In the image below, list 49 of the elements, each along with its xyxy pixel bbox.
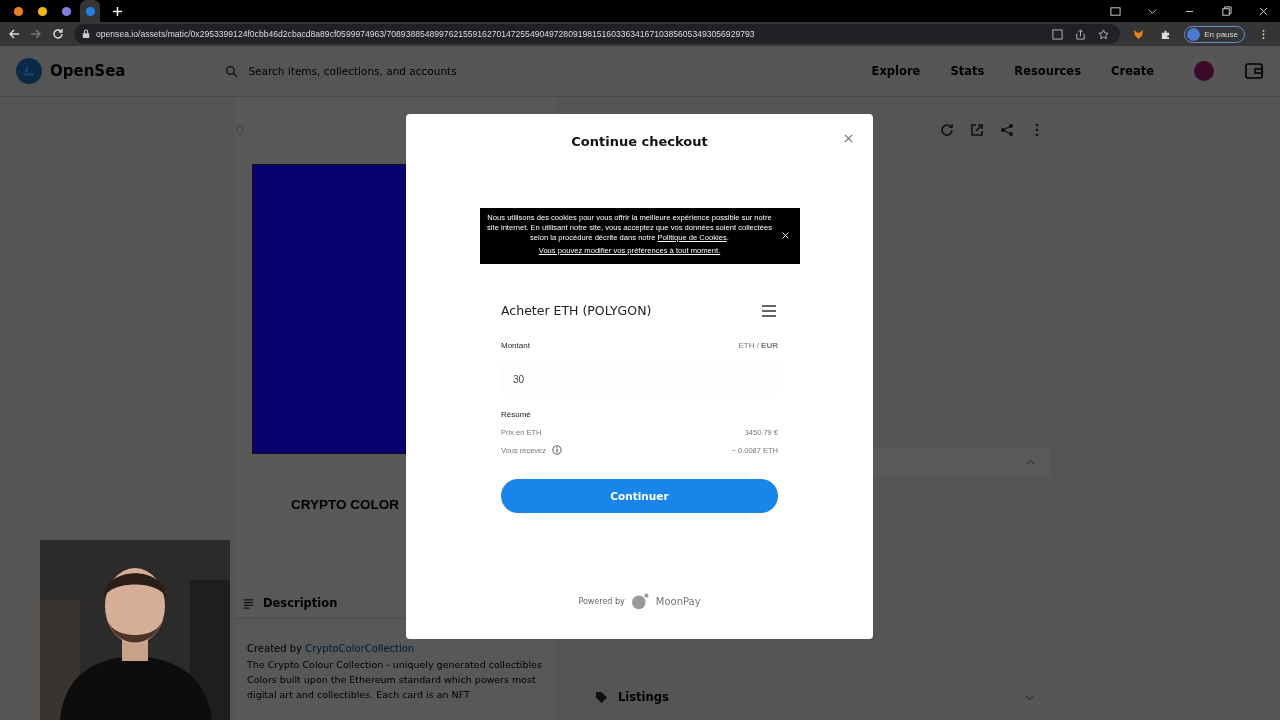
item-title: CRYPTO COLOR	[291, 497, 400, 512]
avatar-icon	[1187, 27, 1201, 41]
translate-icon[interactable]	[1052, 28, 1064, 40]
puzzle-icon[interactable]	[1160, 28, 1172, 40]
external-link-icon[interactable]	[970, 123, 984, 137]
nav-link[interactable]: Create	[1111, 64, 1154, 78]
favicon-icon	[84, 5, 96, 17]
favicon-icon	[36, 5, 48, 17]
creator-line: Created by CryptoColorCollection	[247, 643, 416, 654]
restore-icon[interactable]	[1221, 5, 1232, 17]
nav-link[interactable]: Explore	[871, 64, 921, 78]
powered-by-text: Powered by	[578, 597, 625, 606]
forward-icon[interactable]	[30, 28, 42, 40]
fox-extension-icon[interactable]	[1133, 28, 1145, 40]
address-bar[interactable]: opensea.io/assets/matic/0x2953399124f0cbb46d2cbacd8a89cf0599974963/70893885489976215591627014725549049728091981516033634167103856053493056929793	[74, 24, 1121, 44]
star-icon[interactable]	[1098, 28, 1110, 40]
amount-label: Montant	[501, 341, 530, 350]
favicon-icon	[60, 5, 72, 17]
tab-search-icon[interactable]	[1110, 5, 1121, 17]
lock-icon	[82, 29, 90, 39]
brand-name[interactable]: OpenSea	[50, 62, 126, 80]
search-icon	[225, 64, 239, 78]
nav-link[interactable]: Stats	[950, 64, 985, 78]
nav-link[interactable]: Resources	[1014, 64, 1082, 78]
info-icon[interactable]	[552, 445, 563, 455]
provider-name: MoonPay	[655, 596, 701, 607]
browser-tab[interactable]	[80, 0, 100, 22]
menu-icon[interactable]	[762, 304, 776, 317]
refresh-icon[interactable]	[940, 123, 954, 137]
moon-logo-icon	[630, 593, 650, 610]
creator-link[interactable]: CryptoColorCollection	[305, 643, 415, 654]
search-field[interactable]: Search items, collections, and accounts	[246, 64, 786, 78]
widget-title: Acheter ETH (POLYGON)	[501, 303, 652, 318]
favicon-icon	[12, 5, 24, 17]
share-icon[interactable]	[1000, 123, 1014, 137]
continue-button[interactable]: Continuer	[501, 479, 778, 513]
currency-toggle[interactable]: ETH / EUR	[738, 341, 778, 350]
summary-title: Résumé	[501, 410, 532, 419]
dialog-title: Continue checkout	[571, 134, 708, 149]
description-text: The Crypto Colour Collection - uniquely generated collectibles Colors built upon the Ethereum standard which powers most digital art and collectibles. Each card is an NFT	[247, 658, 543, 702]
reload-icon[interactable]	[52, 28, 64, 40]
back-icon[interactable]	[8, 28, 20, 40]
listings-header[interactable]: Listings	[565, 677, 1050, 717]
url-text: opensea.io/assets/matic/0x2953399124f0cbb46d2cbacd8a89cf0599974963/70893885489976215591627014725549049728091981516033634167103856053493056929793	[96, 29, 755, 39]
tag-icon	[595, 690, 608, 704]
new-tab-icon[interactable]	[112, 5, 123, 17]
wallet-icon[interactable]	[1244, 61, 1264, 81]
share-page-icon[interactable]	[1075, 28, 1087, 40]
lines-icon	[243, 597, 254, 609]
